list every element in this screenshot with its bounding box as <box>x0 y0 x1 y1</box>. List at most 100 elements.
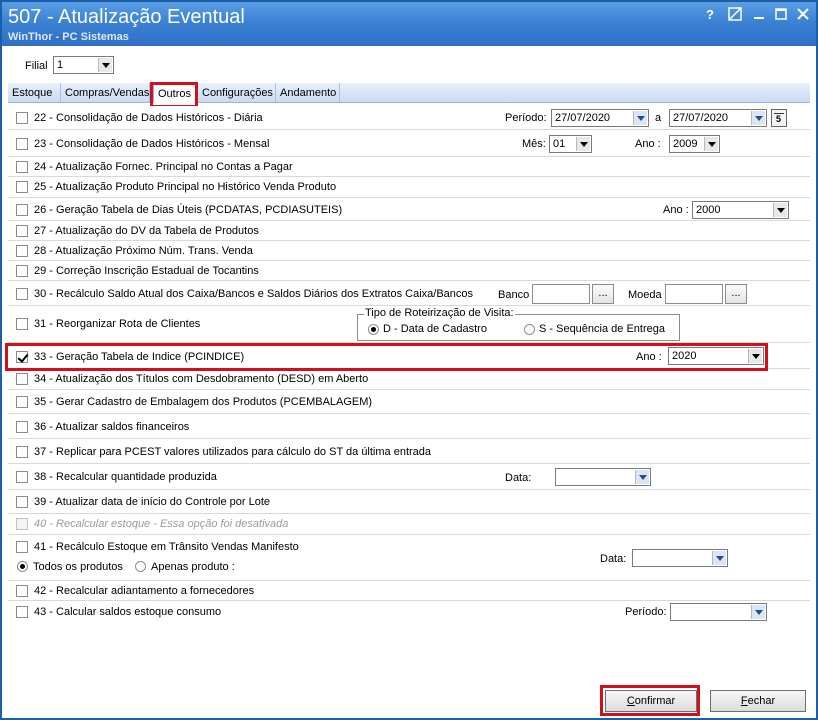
periodo-to-value: 27/07/2020 <box>673 112 729 124</box>
option-42-checkbox[interactable] <box>16 585 28 597</box>
window-client: Filial 1 Estoque Compras/Vendas Outros C… <box>2 46 816 718</box>
tab-compras-vendas[interactable]: Compras/Vendas <box>61 83 150 103</box>
option-35-checkbox[interactable] <box>16 396 28 408</box>
option-26-checkbox[interactable] <box>16 204 28 216</box>
option-row-29: 29 - Correção Inscrição Estadual de Toca… <box>8 261 810 281</box>
option-row-31: 31 - Reorganizar Rota de Clientes Tipo d… <box>8 306 810 343</box>
option-row-42: 42 - Recalcular adiantamento a fornecedo… <box>8 581 810 601</box>
option-row-30: 30 - Recálculo Saldo Atual dos Caixa/Ban… <box>8 281 810 306</box>
option-38-checkbox[interactable] <box>16 471 28 483</box>
periodo-to-field[interactable]: 27/07/2020 <box>669 109 767 127</box>
title-bar: 507 - Atualização Eventual WinThor - PC … <box>2 2 816 46</box>
tab-andamento[interactable]: Andamento <box>276 83 340 103</box>
periodo-43-field[interactable] <box>670 603 767 621</box>
option-34-checkbox[interactable] <box>16 373 28 385</box>
option-row-34: 34 - Atualização dos Títulos com Desdobr… <box>8 369 810 390</box>
chevron-down-icon <box>773 203 787 217</box>
option-22-label: 22 - Consolidação de Dados Históricos - … <box>34 112 263 124</box>
option-28-label: 28 - Atualização Próximo Núm. Trans. Ven… <box>34 245 253 257</box>
option-24-label: 24 - Atualização Fornec. Principal no Co… <box>34 161 293 173</box>
roteirizacao-radio-d[interactable] <box>368 324 379 335</box>
option-36-checkbox[interactable] <box>16 421 28 433</box>
periodo-from-field[interactable]: 27/07/2020 <box>551 109 649 127</box>
apenas-produto-radio[interactable] <box>135 561 146 572</box>
roteirizacao-title: Tipo de Roteirização de Visita: <box>364 307 515 319</box>
option-30-label: 30 - Recálculo Saldo Atual dos Caixa/Ban… <box>34 288 474 300</box>
moeda-label: Moeda <box>628 289 662 301</box>
chevron-down-icon <box>635 470 649 484</box>
option-29-checkbox[interactable] <box>16 265 28 277</box>
option-27-checkbox[interactable] <box>16 225 28 237</box>
tab-bar: Estoque Compras/Vendas Outros Configuraç… <box>8 83 810 103</box>
option-31-checkbox[interactable] <box>16 318 28 330</box>
option-33-highlight <box>5 343 768 371</box>
option-37-label: 37 - Replicar para PCEST valores utiliza… <box>34 446 432 458</box>
option-35-label: 35 - Gerar Cadastro de Embalagem dos Pro… <box>34 396 373 408</box>
chevron-down-icon <box>704 137 718 151</box>
option-row-41: 41 - Recálculo Estoque em Trânsito Venda… <box>8 535 810 581</box>
tab-configuracoes[interactable]: Configurações <box>198 83 276 103</box>
close-icon[interactable] <box>796 7 812 23</box>
option-23-label: 23 - Consolidação de Dados Históricos - … <box>34 138 270 150</box>
todos-produtos-label: Todos os produtos <box>33 561 123 573</box>
mes-value: 01 <box>553 138 566 150</box>
ano-26-select[interactable]: 2000 <box>692 201 789 219</box>
fechar-label: echar <box>747 695 776 707</box>
roteirizacao-radio-s[interactable] <box>524 324 535 335</box>
apenas-produto-label: Apenas produto : <box>151 561 235 573</box>
option-41-label: 41 - Recálculo Estoque em Trânsito Venda… <box>34 541 299 553</box>
option-27-label: 27 - Atualização do DV da Tabela de Prod… <box>34 225 259 237</box>
help-icon[interactable]: ? <box>702 7 718 23</box>
option-31-label: 31 - Reorganizar Rota de Clientes <box>34 318 201 330</box>
roteirizacao-option-d-label: D - Data de Cadastro <box>383 323 487 335</box>
ano-23-select[interactable]: 2009 <box>669 135 720 153</box>
banco-lookup-button[interactable]: ... <box>592 284 614 304</box>
data-38-field[interactable] <box>555 468 651 486</box>
restore-icon[interactable] <box>728 7 744 23</box>
option-39-checkbox[interactable] <box>16 496 28 508</box>
calendar-icon[interactable] <box>771 109 787 127</box>
fechar-button[interactable]: Fechar <box>710 690 806 712</box>
option-28-checkbox[interactable] <box>16 245 28 257</box>
option-23-checkbox[interactable] <box>16 138 28 150</box>
option-row-39: 39 - Atualizar data de início do Control… <box>8 490 810 514</box>
moeda-input[interactable] <box>665 284 723 304</box>
option-43-checkbox[interactable] <box>16 606 28 618</box>
option-row-25: 25 - Atualização Produto Principal no Hi… <box>8 177 810 198</box>
roteirizacao-option-s-label: S - Sequência de Entrega <box>539 323 665 335</box>
banco-label: Banco <box>498 289 530 301</box>
filial-label: Filial <box>25 60 48 72</box>
option-30-checkbox[interactable] <box>16 288 28 300</box>
mes-select[interactable]: 01 <box>549 135 592 153</box>
option-22-checkbox[interactable] <box>16 112 28 124</box>
maximize-icon[interactable] <box>774 7 790 23</box>
todos-produtos-radio[interactable] <box>17 561 28 572</box>
periodo-43-label: Período: <box>625 606 667 618</box>
moeda-lookup-button[interactable]: ... <box>725 284 747 304</box>
option-40-checkbox <box>16 518 28 530</box>
option-row-24: 24 - Atualização Fornec. Principal no Co… <box>8 157 810 177</box>
option-row-27: 27 - Atualização do DV da Tabela de Prod… <box>8 221 810 241</box>
periodo-separator: a <box>655 112 662 124</box>
banco-input[interactable] <box>532 284 590 304</box>
roteirizacao-group: Tipo de Roteirização de Visita: D - Data… <box>357 307 680 341</box>
periodo-label: Período: <box>505 112 547 124</box>
option-row-23: 23 - Consolidação de Dados Históricos - … <box>8 130 810 157</box>
chevron-down-icon <box>576 137 590 151</box>
chevron-down-icon <box>633 111 647 125</box>
data-41-field[interactable] <box>632 549 728 567</box>
option-41-checkbox[interactable] <box>16 541 28 553</box>
option-37-checkbox[interactable] <box>16 446 28 458</box>
minimize-icon[interactable] <box>752 7 768 23</box>
option-row-28: 28 - Atualização Próximo Núm. Trans. Ven… <box>8 241 810 261</box>
option-36-label: 36 - Atualizar saldos financeiros <box>34 421 190 433</box>
chevron-down-icon <box>98 58 112 72</box>
option-25-checkbox[interactable] <box>16 181 28 193</box>
option-34-label: 34 - Atualização dos Títulos com Desdobr… <box>34 373 369 385</box>
tab-highlight <box>150 82 198 108</box>
tab-estoque[interactable]: Estoque <box>8 83 61 103</box>
window-title: 507 - Atualização Eventual <box>8 6 245 28</box>
chevron-down-icon <box>751 605 765 619</box>
option-24-checkbox[interactable] <box>16 161 28 173</box>
filial-select[interactable]: 1 <box>53 56 114 74</box>
